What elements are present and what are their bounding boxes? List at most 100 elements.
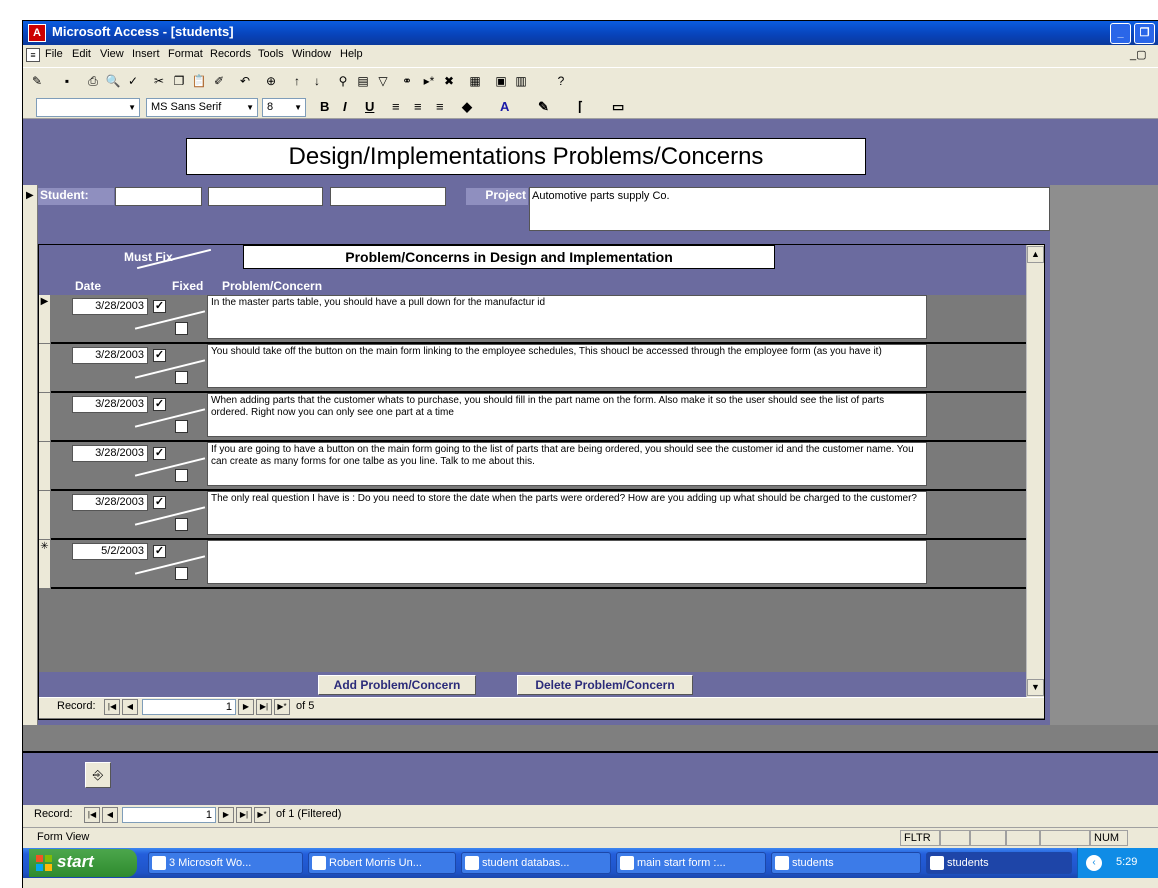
student-first-name-field[interactable] xyxy=(115,187,202,206)
menu-tools[interactable]: Tools xyxy=(258,48,284,60)
database-window-icon[interactable]: ▣ xyxy=(492,72,510,90)
border-icon[interactable]: ⌈ xyxy=(578,99,583,115)
scroll-down-icon[interactable]: ▼ xyxy=(1027,679,1044,696)
menu-view[interactable]: View xyxy=(100,48,124,60)
italic-icon[interactable]: I xyxy=(343,99,347,114)
doc-minimize-icon[interactable]: _▢ xyxy=(1130,48,1147,61)
form-doc-icon[interactable]: ≡ xyxy=(26,48,40,62)
font-color-icon[interactable]: A xyxy=(500,99,509,114)
cut-icon[interactable]: ✂ xyxy=(150,72,168,90)
scroll-up-icon[interactable]: ▲ xyxy=(1027,246,1044,263)
last-record-icon[interactable]: ▶| xyxy=(256,699,272,715)
sort-ascending-icon[interactable]: ↑ xyxy=(288,72,306,90)
paste-icon[interactable]: 📋 xyxy=(190,72,208,90)
previous-record-icon[interactable]: ◀ xyxy=(102,807,118,823)
must-fix-checkbox[interactable]: ✓ xyxy=(153,496,166,509)
problem-concern-field[interactable]: If you are going to have a button on the… xyxy=(207,442,927,486)
task-students-2[interactable]: students xyxy=(926,852,1072,874)
first-record-icon[interactable]: |◀ xyxy=(84,807,100,823)
object-combo[interactable]: ▼ xyxy=(36,98,140,117)
last-record-icon[interactable]: ▶| xyxy=(236,807,252,823)
problem-concern-field[interactable]: You should take off the button on the ma… xyxy=(207,344,927,388)
subform-scrollbar[interactable] xyxy=(1026,245,1044,697)
print-preview-icon[interactable]: 🔍 xyxy=(104,72,122,90)
row-selector[interactable] xyxy=(39,393,51,442)
font-combo[interactable]: MS Sans Serif ▼ xyxy=(146,98,258,117)
student-last-name-field[interactable] xyxy=(208,187,323,206)
problem-concern-field[interactable] xyxy=(207,540,927,584)
fixed-checkbox[interactable] xyxy=(175,420,188,433)
fixed-checkbox[interactable] xyxy=(175,518,188,531)
tray-expand-icon[interactable]: ‹ xyxy=(1086,855,1102,871)
menu-records[interactable]: Records xyxy=(210,48,251,60)
access-app-icon[interactable]: A xyxy=(28,24,46,42)
date-field[interactable]: 3/28/2003 xyxy=(72,445,148,462)
problem-concern-field[interactable]: In the master parts table, you should ha… xyxy=(207,295,927,339)
align-left-icon[interactable]: ≡ xyxy=(392,99,400,114)
task-word[interactable]: 3 Microsoft Wo... xyxy=(148,852,303,874)
line-color-icon[interactable]: ✎ xyxy=(538,99,549,115)
problem-concern-field[interactable]: The only real question I have is : Do yo… xyxy=(207,491,927,535)
previous-record-icon[interactable]: ◀ xyxy=(122,699,138,715)
next-record-icon[interactable]: ▶ xyxy=(238,699,254,715)
row-selector[interactable] xyxy=(39,491,51,540)
must-fix-checkbox[interactable]: ✓ xyxy=(153,349,166,362)
date-field[interactable]: 5/2/2003 xyxy=(72,543,148,560)
date-field[interactable]: 3/28/2003 xyxy=(72,494,148,511)
row-selector[interactable] xyxy=(39,344,51,393)
print-icon[interactable]: ⎙ xyxy=(84,72,102,90)
minimize-icon[interactable]: _ xyxy=(1110,23,1131,44)
date-field[interactable]: 3/28/2003 xyxy=(72,298,148,315)
copy-icon[interactable]: ❐ xyxy=(170,72,188,90)
fixed-checkbox[interactable] xyxy=(175,371,188,384)
task-students-1[interactable]: students xyxy=(771,852,921,874)
new-record-nav-icon[interactable]: ▶* xyxy=(254,807,270,823)
properties-icon[interactable]: ▦ xyxy=(466,72,484,90)
delete-record-icon[interactable]: ✖ xyxy=(440,72,458,90)
filter-by-selection-icon[interactable]: ⚲ xyxy=(334,72,352,90)
current-row-icon[interactable]: ▶ xyxy=(39,295,51,344)
new-record-icon[interactable]: ▸* xyxy=(420,72,438,90)
menu-insert[interactable]: Insert xyxy=(132,48,160,60)
find-icon[interactable]: ⚭ xyxy=(398,72,416,90)
date-field[interactable]: 3/28/2003 xyxy=(72,396,148,413)
sort-descending-icon[interactable]: ↓ xyxy=(308,72,326,90)
menu-window[interactable]: Window xyxy=(292,48,331,60)
undo-icon[interactable]: ↶ xyxy=(236,72,254,90)
new-row-icon[interactable]: ✳ xyxy=(39,540,51,589)
fixed-checkbox[interactable] xyxy=(175,322,188,335)
fixed-checkbox[interactable] xyxy=(175,567,188,580)
restore-icon[interactable]: ❐ xyxy=(1134,23,1155,44)
bold-icon[interactable]: B xyxy=(320,99,329,114)
record-selector-column[interactable] xyxy=(23,185,38,725)
must-fix-checkbox[interactable]: ✓ xyxy=(153,545,166,558)
align-center-icon[interactable]: ≡ xyxy=(414,99,422,114)
first-record-icon[interactable]: |◀ xyxy=(104,699,120,715)
task-main-start-form[interactable]: main start form :... xyxy=(616,852,766,874)
underline-icon[interactable]: U xyxy=(365,99,374,114)
view-icon[interactable]: ✎ xyxy=(28,72,46,90)
fixed-checkbox[interactable] xyxy=(175,469,188,482)
menu-edit[interactable]: Edit xyxy=(72,48,91,60)
filter-by-form-icon[interactable]: ▤ xyxy=(354,72,372,90)
must-fix-checkbox[interactable]: ✓ xyxy=(153,447,166,460)
main-record-number[interactable]: 1 xyxy=(122,807,216,823)
align-right-icon[interactable]: ≡ xyxy=(436,99,444,114)
fill-color-icon[interactable]: ◆ xyxy=(462,99,472,115)
add-problem-button[interactable]: Add Problem/Concern xyxy=(318,675,476,695)
new-object-icon[interactable]: ▥ xyxy=(512,72,530,90)
save-icon[interactable]: ▪ xyxy=(58,72,76,90)
must-fix-checkbox[interactable]: ✓ xyxy=(153,300,166,313)
must-fix-checkbox[interactable]: ✓ xyxy=(153,398,166,411)
new-record-nav-icon[interactable]: ▶* xyxy=(274,699,290,715)
subform-record-number[interactable]: 1 xyxy=(142,699,236,715)
menu-file[interactable]: File xyxy=(45,48,63,60)
student-id-field[interactable] xyxy=(330,187,446,206)
format-painter-icon[interactable]: ✐ xyxy=(210,72,228,90)
insert-hyperlink-icon[interactable]: ⊕ xyxy=(262,72,280,90)
task-browser[interactable]: Robert Morris Un... xyxy=(308,852,456,874)
apply-filter-icon[interactable]: ▽ xyxy=(374,72,392,90)
problem-concern-field[interactable]: When adding parts that the customer what… xyxy=(207,393,927,437)
help-icon[interactable]: ? xyxy=(552,72,570,90)
font-size-combo[interactable]: 8 ▼ xyxy=(262,98,306,117)
